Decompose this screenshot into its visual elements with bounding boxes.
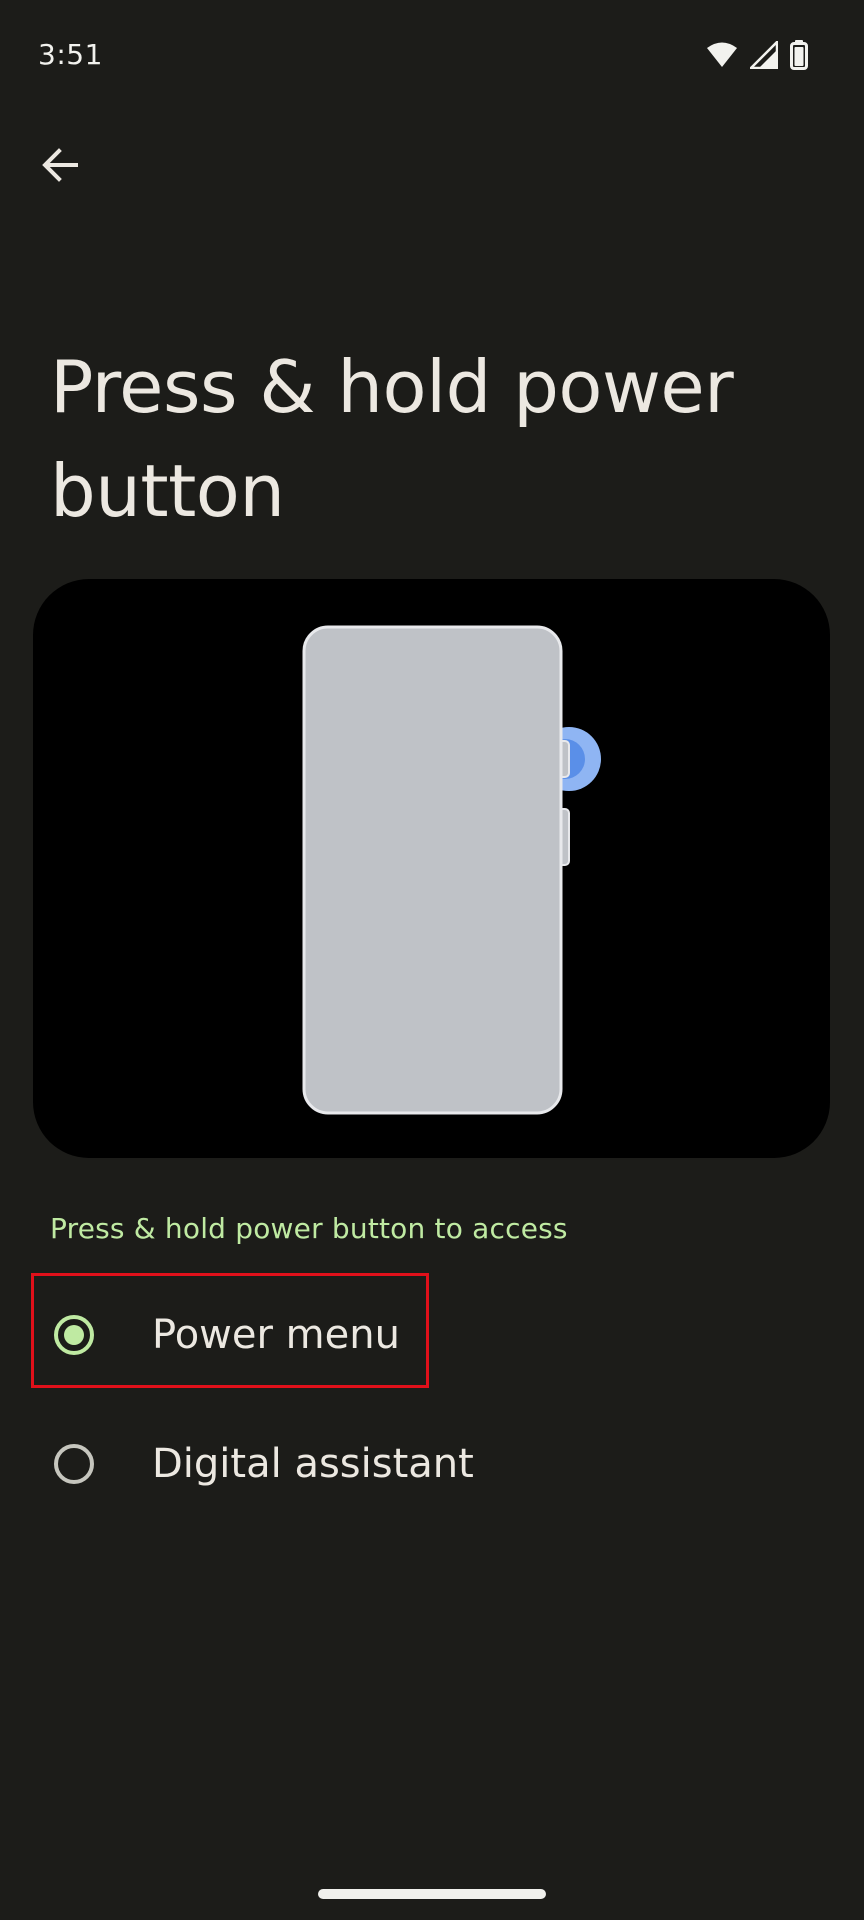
phone-illustration-svg <box>302 625 601 1115</box>
arrow-back-icon <box>40 145 80 189</box>
phone-power-button-illustration <box>33 579 830 1158</box>
wifi-icon <box>706 42 738 72</box>
page-title: Press & hold power button <box>50 345 734 533</box>
status-icons <box>706 38 808 74</box>
phone-body <box>302 625 563 1115</box>
option-label: Power menu <box>152 1312 400 1358</box>
status-time: 3:51 <box>38 38 103 71</box>
status-bar: 3:51 <box>0 0 864 108</box>
gesture-nav-handle[interactable] <box>318 1889 546 1899</box>
option-label: Digital assistant <box>152 1441 474 1487</box>
back-button[interactable] <box>28 135 92 199</box>
section-header: Press & hold power button to access <box>50 1212 568 1245</box>
battery-icon <box>790 40 808 74</box>
radio-button-unchecked[interactable] <box>54 1444 94 1484</box>
option-power-menu[interactable]: Power menu <box>32 1271 832 1399</box>
cell-signal-icon <box>747 38 779 73</box>
radio-button-checked[interactable] <box>54 1315 94 1355</box>
option-digital-assistant[interactable]: Digital assistant <box>32 1400 832 1528</box>
